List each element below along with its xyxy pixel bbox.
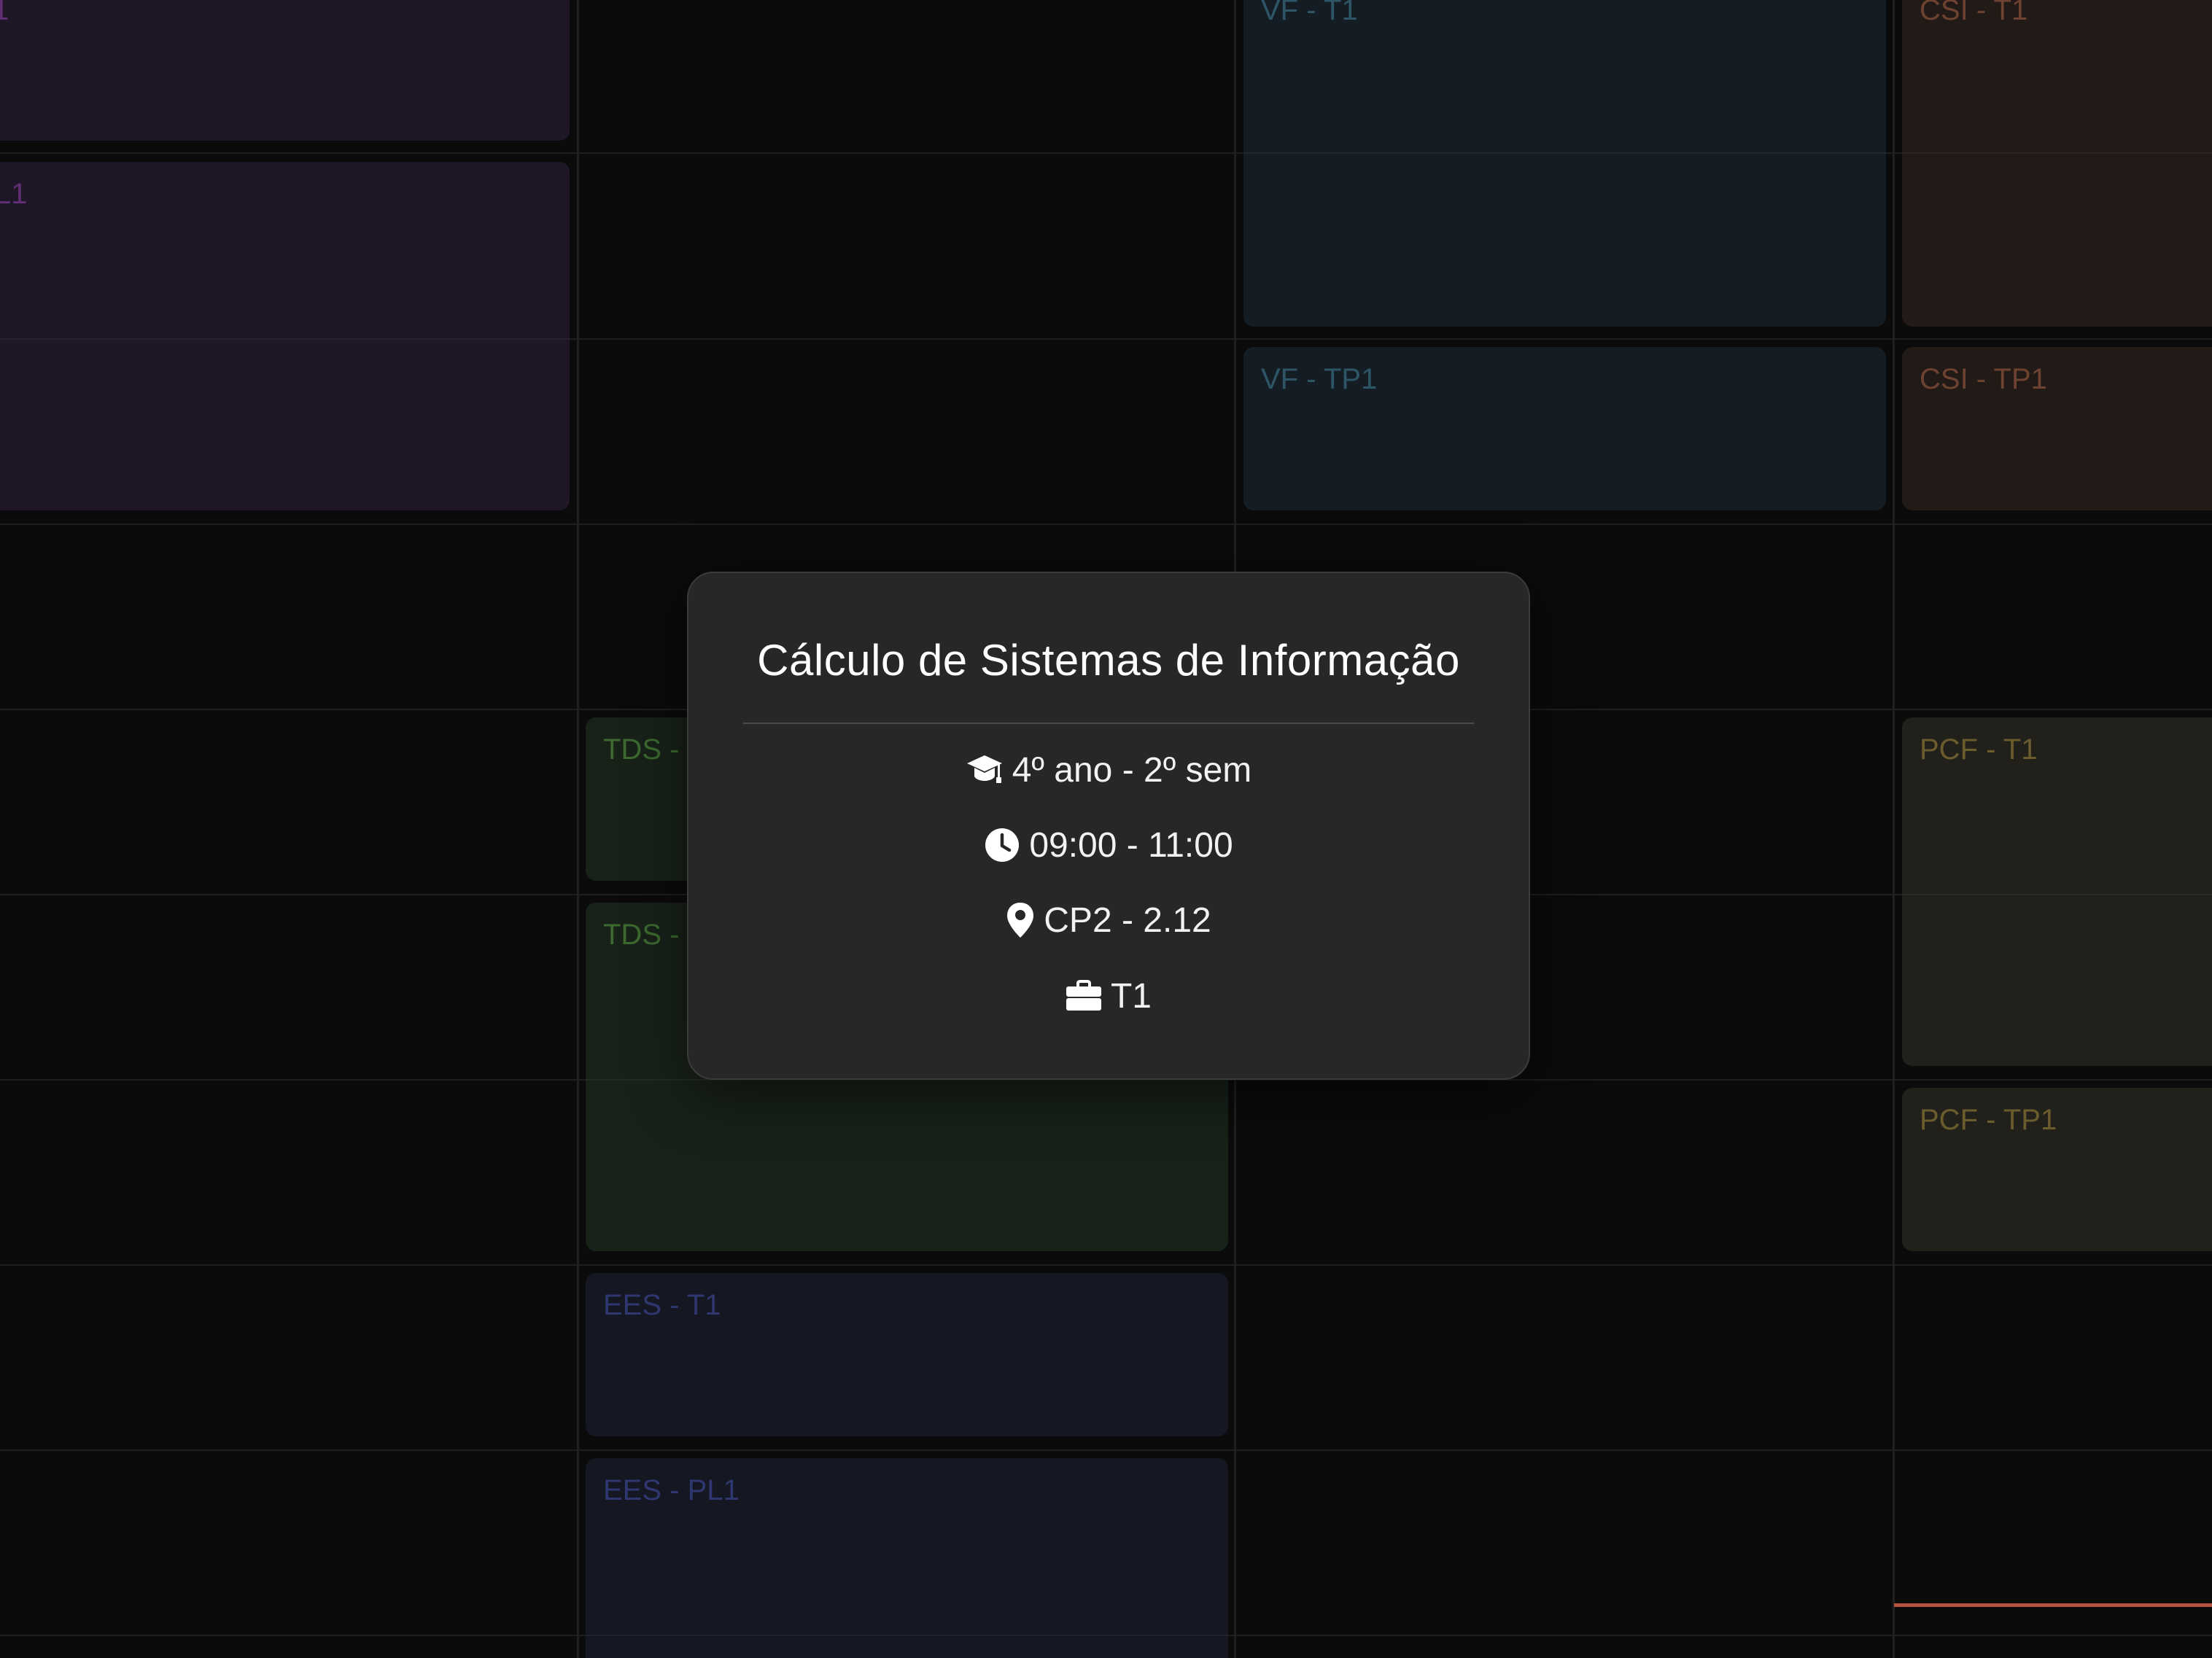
class-type-row: T1 xyxy=(688,970,1529,1021)
event-label: VF - TP1 xyxy=(1261,363,1378,395)
event-divider xyxy=(1243,152,1886,154)
event-label: EES - PL1 xyxy=(603,1474,740,1506)
year-semester-text: 4º ano - 2º sem xyxy=(1012,750,1252,790)
event-block[interactable]: CSI - TP1 xyxy=(1902,347,2212,510)
event-label: VF - T1 xyxy=(1261,0,1358,26)
event-block[interactable]: VF - T1 xyxy=(1243,0,1886,327)
popover-divider xyxy=(743,723,1474,724)
event-divider xyxy=(0,338,570,340)
briefcase-icon xyxy=(1066,980,1102,1012)
event-label: EES - T1 xyxy=(603,1289,721,1321)
event-label: PCF - TP1 xyxy=(1920,1104,2057,1136)
class-details-popover[interactable]: Cálculo de Sistemas de Informação 4º ano… xyxy=(687,572,1530,1080)
clock-icon xyxy=(984,827,1020,863)
event-block[interactable]: PCF - TP1 xyxy=(1902,1088,2212,1251)
event-block[interactable]: EES - T1 xyxy=(586,1273,1228,1436)
grid-row-line xyxy=(0,1449,2212,1451)
grid-row-line xyxy=(0,524,2212,525)
graduation-cap-icon xyxy=(966,754,1004,786)
event-block[interactable]: S - T1 xyxy=(0,0,570,141)
event-divider xyxy=(1902,894,2212,895)
time-row: 09:00 - 11:00 xyxy=(688,820,1529,871)
class-type-text: T1 xyxy=(1110,976,1152,1016)
event-block[interactable]: VF - TP1 xyxy=(1243,347,1886,510)
event-divider xyxy=(1902,152,2212,154)
event-block[interactable]: S - PL1 xyxy=(0,162,570,510)
time-text: 09:00 - 11:00 xyxy=(1029,825,1233,865)
popover-title: Cálculo de Sistemas de Informação xyxy=(757,636,1460,685)
event-label: CSI - T1 xyxy=(1920,0,2028,26)
grid-column-line xyxy=(577,0,579,1658)
event-block[interactable]: PCF - T1 xyxy=(1902,717,2212,1066)
event-block[interactable]: EES - PL1 xyxy=(586,1458,1228,1658)
current-time-indicator xyxy=(1894,1603,2212,1607)
event-label: S - PL1 xyxy=(0,178,28,210)
event-label: PCF - T1 xyxy=(1920,733,2038,766)
grid-column-line xyxy=(1893,0,1895,1658)
event-block[interactable]: CSI - T1 xyxy=(1902,0,2212,327)
grid-row-line xyxy=(0,1264,2212,1266)
map-pin-icon xyxy=(1006,901,1035,939)
event-label: CSI - TP1 xyxy=(1920,363,2047,395)
year-semester-row: 4º ano - 2º sem xyxy=(688,744,1529,795)
event-divider xyxy=(586,1635,1228,1636)
event-label: S - T1 xyxy=(0,0,9,26)
location-text: CP2 - 2.12 xyxy=(1044,900,1211,940)
location-row: CP2 - 2.12 xyxy=(688,895,1529,946)
